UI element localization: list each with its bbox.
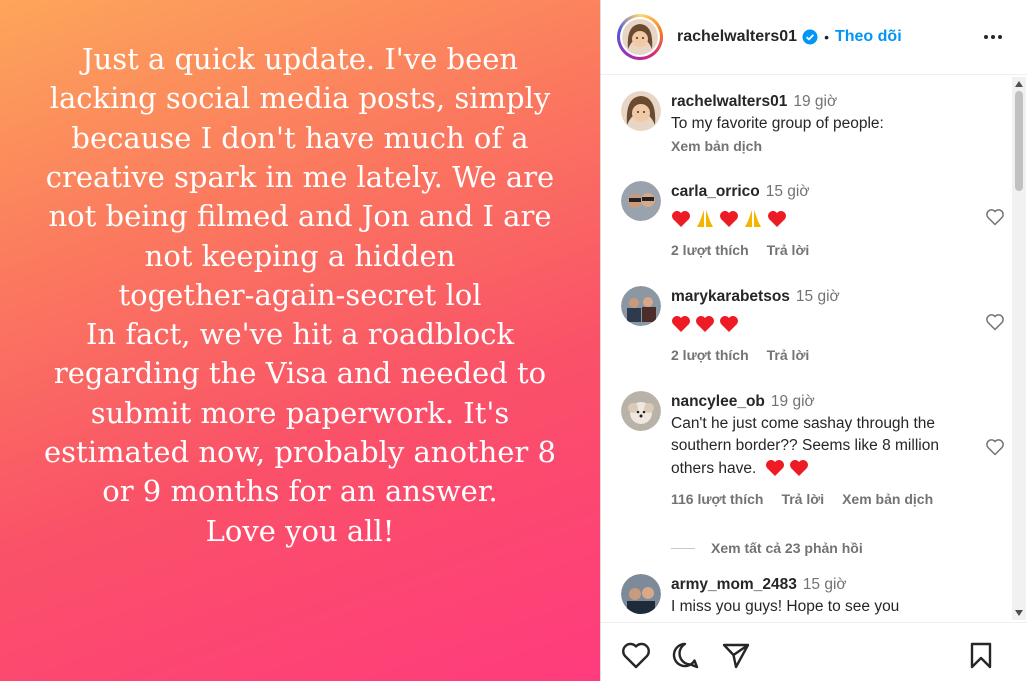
author-avatar[interactable] xyxy=(617,14,663,60)
side-panel: rachelwalters01 • Theo dõi rachelwalters… xyxy=(600,0,1027,681)
follow-button[interactable]: Theo dõi xyxy=(835,28,902,46)
heart-icon[interactable] xyxy=(985,437,1005,457)
comment-likes[interactable]: 116 lượt thích xyxy=(671,488,763,510)
heart-emoji xyxy=(696,316,714,332)
heart-emoji xyxy=(765,460,784,476)
author-username[interactable]: rachelwalters01 xyxy=(677,28,797,46)
scroll-down-arrow[interactable] xyxy=(1015,610,1023,616)
caption-username[interactable]: rachelwalters01 xyxy=(671,93,787,110)
action-bar xyxy=(601,622,1027,682)
avatar[interactable] xyxy=(621,91,661,131)
pray-emoji xyxy=(745,210,761,227)
avatar[interactable] xyxy=(621,181,661,221)
verified-icon xyxy=(802,29,818,45)
avatar[interactable] xyxy=(621,286,661,326)
comments-list: rachelwalters01 19 giờ To my favorite gro… xyxy=(601,76,1027,622)
avatar[interactable] xyxy=(621,391,661,431)
heart-icon[interactable] xyxy=(985,312,1005,332)
comment-emoji-row xyxy=(671,207,953,231)
heart-emoji xyxy=(789,460,808,476)
bookmark-icon[interactable] xyxy=(968,641,994,669)
separator-dot: • xyxy=(824,29,829,45)
comment-text-wrap: Can't he just come sashay through the so… xyxy=(671,413,953,480)
comment-text: I miss you guys! Hope to see you xyxy=(671,598,900,615)
comment-username[interactable]: nancylee_ob xyxy=(671,393,765,410)
heart-emoji xyxy=(768,211,786,227)
caption-time: 19 giờ xyxy=(793,93,838,110)
comment-likes[interactable]: 2 lượt thích xyxy=(671,344,749,366)
pray-emoji xyxy=(697,210,713,227)
translate-link[interactable]: Xem bản dịch xyxy=(842,488,933,510)
scrollbar-thumb[interactable] xyxy=(1015,91,1023,191)
heart-icon[interactable] xyxy=(985,207,1005,227)
like-heart-icon[interactable] xyxy=(621,641,651,669)
avatar[interactable] xyxy=(621,574,661,614)
reply-button[interactable]: Trả lời xyxy=(781,488,824,510)
caption-text: To my favorite group of people: xyxy=(671,115,884,132)
scroll-up-arrow[interactable] xyxy=(1015,81,1023,87)
comment-emoji-row xyxy=(671,312,953,336)
comment-icon[interactable] xyxy=(671,641,701,669)
heart-emoji xyxy=(672,211,690,227)
comment-username[interactable]: marykarabetsos xyxy=(671,288,790,305)
comment-username[interactable]: army_mom_2483 xyxy=(671,576,797,593)
view-replies-label: Xem tất cả 23 phản hồi xyxy=(711,540,863,556)
comment-likes[interactable]: 2 lượt thích xyxy=(671,239,749,261)
post-header: rachelwalters01 • Theo dõi xyxy=(601,0,1027,75)
instagram-post-view: Just a quick update. I've been lacking s… xyxy=(0,0,1027,681)
heart-emoji xyxy=(720,211,738,227)
post-image: Just a quick update. I've been lacking s… xyxy=(0,0,600,681)
comment-time: 15 giờ xyxy=(765,183,810,200)
caption-translate-link[interactable]: Xem bản dịch xyxy=(671,138,762,154)
reply-button[interactable]: Trả lời xyxy=(767,344,810,366)
reply-button[interactable]: Trả lời xyxy=(767,239,810,261)
share-icon[interactable] xyxy=(721,641,751,669)
more-icon[interactable] xyxy=(982,26,1004,48)
comment-time: 19 giờ xyxy=(770,393,815,410)
comment-time: 15 giờ xyxy=(795,288,840,305)
replies-divider xyxy=(671,547,695,549)
heart-emoji xyxy=(720,316,738,332)
view-replies-button[interactable]: Xem tất cả 23 phản hồi xyxy=(671,540,863,556)
comment-username[interactable]: carla_orrico xyxy=(671,183,760,200)
scrollbar[interactable] xyxy=(1012,77,1026,620)
comment-emoji-row xyxy=(765,460,808,476)
post-text: Just a quick update. I've been lacking s… xyxy=(44,42,556,548)
heart-emoji xyxy=(672,316,690,332)
comment-time: 15 giờ xyxy=(802,576,847,593)
